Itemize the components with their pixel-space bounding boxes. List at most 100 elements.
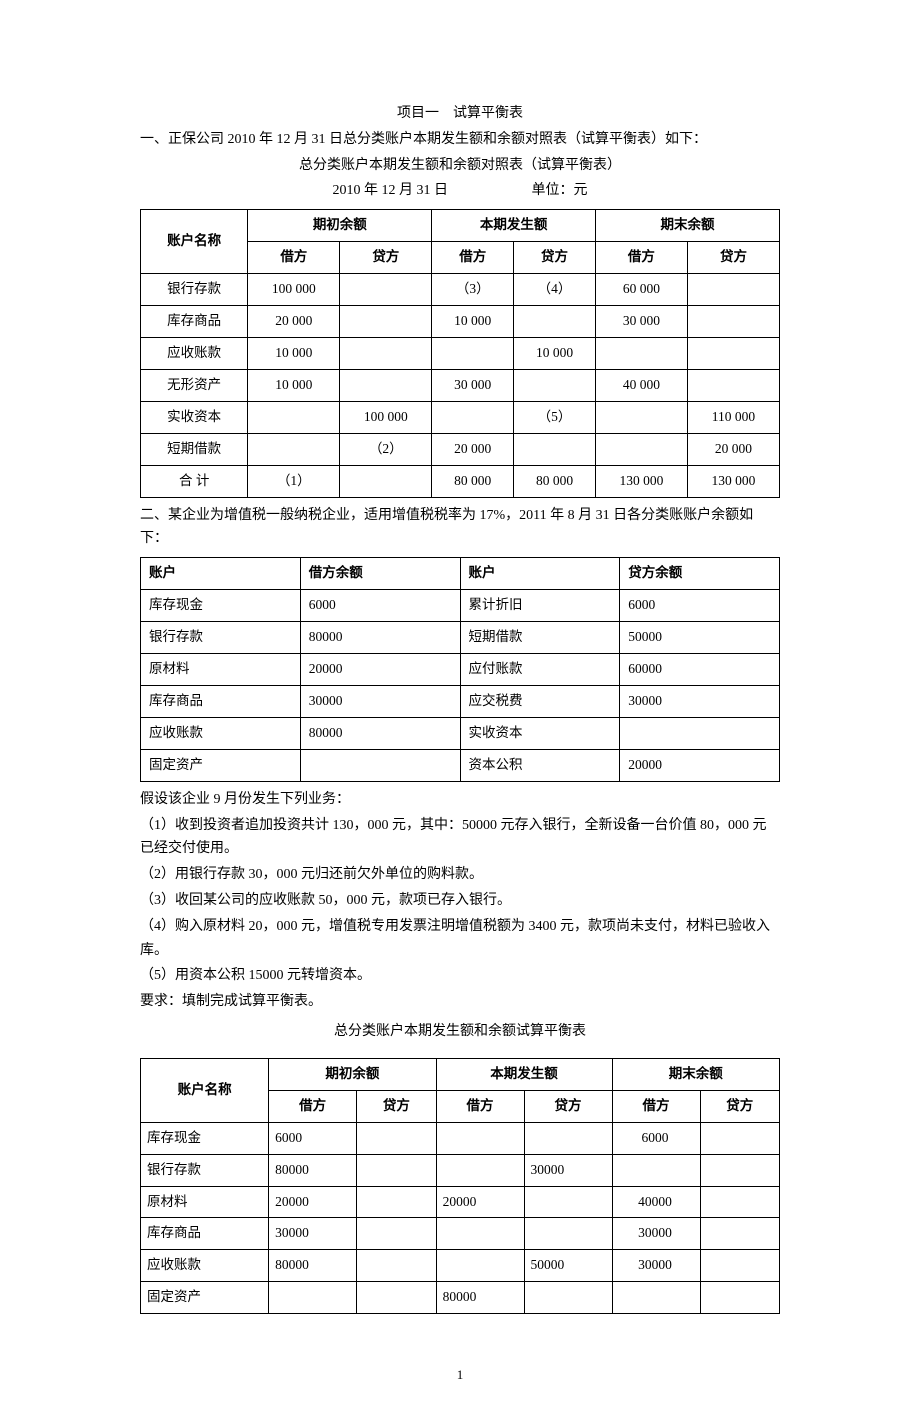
cell: 合 计	[141, 465, 248, 497]
cell: 130 000	[595, 465, 687, 497]
project-title: 项目一 试算平衡表	[140, 102, 780, 126]
cell: 40000	[612, 1186, 700, 1218]
cell: 130 000	[687, 465, 779, 497]
cell: （3）	[432, 274, 514, 306]
col-dr: 借方	[436, 1090, 524, 1122]
page-number: 1	[140, 1364, 780, 1386]
requirement-line: 要求：填制完成试算平衡表。	[140, 990, 780, 1014]
transaction-item: （4）购入原材料 20，000 元，增值税专用发票注明增值税额为 3400 元，…	[140, 915, 780, 963]
cell: 50000	[524, 1250, 612, 1282]
cell	[514, 433, 596, 465]
col-dr: 借方	[248, 242, 340, 274]
col-dr: 借方	[612, 1090, 700, 1122]
cell	[436, 1122, 524, 1154]
table-row: 账户 借方余额 账户 贷方余额	[141, 558, 780, 590]
table1-date-row: 2010 年 12 月 31 日 单位：元	[140, 179, 780, 203]
cell	[524, 1282, 612, 1314]
col-close: 期末余额	[595, 210, 779, 242]
cell: 固定资产	[141, 1282, 269, 1314]
cell	[620, 717, 780, 749]
cell: 50000	[620, 622, 780, 654]
table-row: 应收账款10 00010 000	[141, 337, 780, 369]
table-row: 原材料200002000040000	[141, 1186, 780, 1218]
col-account: 账户名称	[141, 1058, 269, 1122]
cell: 80000	[300, 717, 460, 749]
cell: 固定资产	[141, 749, 301, 781]
cell: 30000	[524, 1154, 612, 1186]
cell: 20000	[436, 1186, 524, 1218]
col-credit-balance: 贷方余额	[620, 558, 780, 590]
cell	[595, 337, 687, 369]
cell: （4）	[514, 274, 596, 306]
table-row: 原材料20000应付账款60000	[141, 654, 780, 686]
cell: 30 000	[595, 306, 687, 338]
col-period: 本期发生额	[432, 210, 596, 242]
col-debit-balance: 借方余额	[300, 558, 460, 590]
section-1-heading: 一、正保公司 2010 年 12 月 31 日总分类账户本期发生额和余额对照表（…	[140, 128, 780, 152]
cell: 银行存款	[141, 622, 301, 654]
table-row: 应收账款800005000030000	[141, 1250, 780, 1282]
col-cr: 贷方	[687, 242, 779, 274]
col-account: 账户	[460, 558, 620, 590]
cell: 60 000	[595, 274, 687, 306]
section-2-heading: 二、某企业为增值税一般纳税企业，适用增值税税率为 17%，2011 年 8 月 …	[140, 504, 780, 552]
col-cr: 贷方	[514, 242, 596, 274]
cell: 库存现金	[141, 590, 301, 622]
cell: 10 000	[248, 369, 340, 401]
cell: 应交税费	[460, 685, 620, 717]
cell	[514, 369, 596, 401]
cell	[432, 337, 514, 369]
cell: 库存商品	[141, 1218, 269, 1250]
cell	[248, 401, 340, 433]
transaction-item: （1）收到投资者追加投资共计 130，000 元，其中：50000 元存入银行，…	[140, 814, 780, 862]
cell: 80000	[269, 1154, 357, 1186]
cell: 20 000	[248, 306, 340, 338]
col-open: 期初余额	[269, 1058, 436, 1090]
transaction-item: （2）用银行存款 30，000 元归还前欠外单位的购料款。	[140, 863, 780, 887]
cell	[612, 1282, 700, 1314]
cell	[340, 337, 432, 369]
cell: 80000	[300, 622, 460, 654]
cell	[300, 749, 460, 781]
cell: 80000	[269, 1250, 357, 1282]
cell	[248, 433, 340, 465]
table-row: 库存商品20 00010 00030 000	[141, 306, 780, 338]
table-row: 实收资本100 000（5）110 000	[141, 401, 780, 433]
cell	[612, 1154, 700, 1186]
table-2: 账户 借方余额 账户 贷方余额 库存现金6000累计折旧6000银行存款8000…	[140, 557, 780, 782]
cell	[340, 306, 432, 338]
cell: 应收账款	[141, 337, 248, 369]
cell: 原材料	[141, 1186, 269, 1218]
assumption-line: 假设该企业 9 月份发生下列业务：	[140, 788, 780, 812]
table-row: 短期借款（2）20 00020 000	[141, 433, 780, 465]
transaction-item: （5）用资本公积 15000 元转增资本。	[140, 964, 780, 988]
col-period: 本期发生额	[436, 1058, 612, 1090]
cell	[700, 1218, 779, 1250]
cell: 30000	[612, 1218, 700, 1250]
cell	[700, 1250, 779, 1282]
cell: （1）	[248, 465, 340, 497]
table-row: 账户名称 期初余额 本期发生额 期末余额	[141, 1058, 780, 1090]
col-dr: 借方	[432, 242, 514, 274]
cell	[700, 1186, 779, 1218]
cell: 30000	[620, 685, 780, 717]
cell	[687, 306, 779, 338]
cell: 30000	[300, 685, 460, 717]
cell	[595, 401, 687, 433]
cell: 6000	[620, 590, 780, 622]
table-row: 合 计（1）80 00080 000130 000130 000	[141, 465, 780, 497]
cell: 6000	[269, 1122, 357, 1154]
cell	[340, 465, 432, 497]
cell: 累计折旧	[460, 590, 620, 622]
cell	[357, 1282, 436, 1314]
cell: 20000	[300, 654, 460, 686]
table-row: 账户名称 期初余额 本期发生额 期末余额	[141, 210, 780, 242]
cell	[514, 306, 596, 338]
cell: 短期借款	[141, 433, 248, 465]
cell: 库存现金	[141, 1122, 269, 1154]
table-1: 账户名称 期初余额 本期发生额 期末余额 借方 贷方 借方 贷方 借方 贷方 银…	[140, 209, 780, 497]
cell	[357, 1218, 436, 1250]
cell	[687, 337, 779, 369]
cell: 银行存款	[141, 274, 248, 306]
cell: （2）	[340, 433, 432, 465]
